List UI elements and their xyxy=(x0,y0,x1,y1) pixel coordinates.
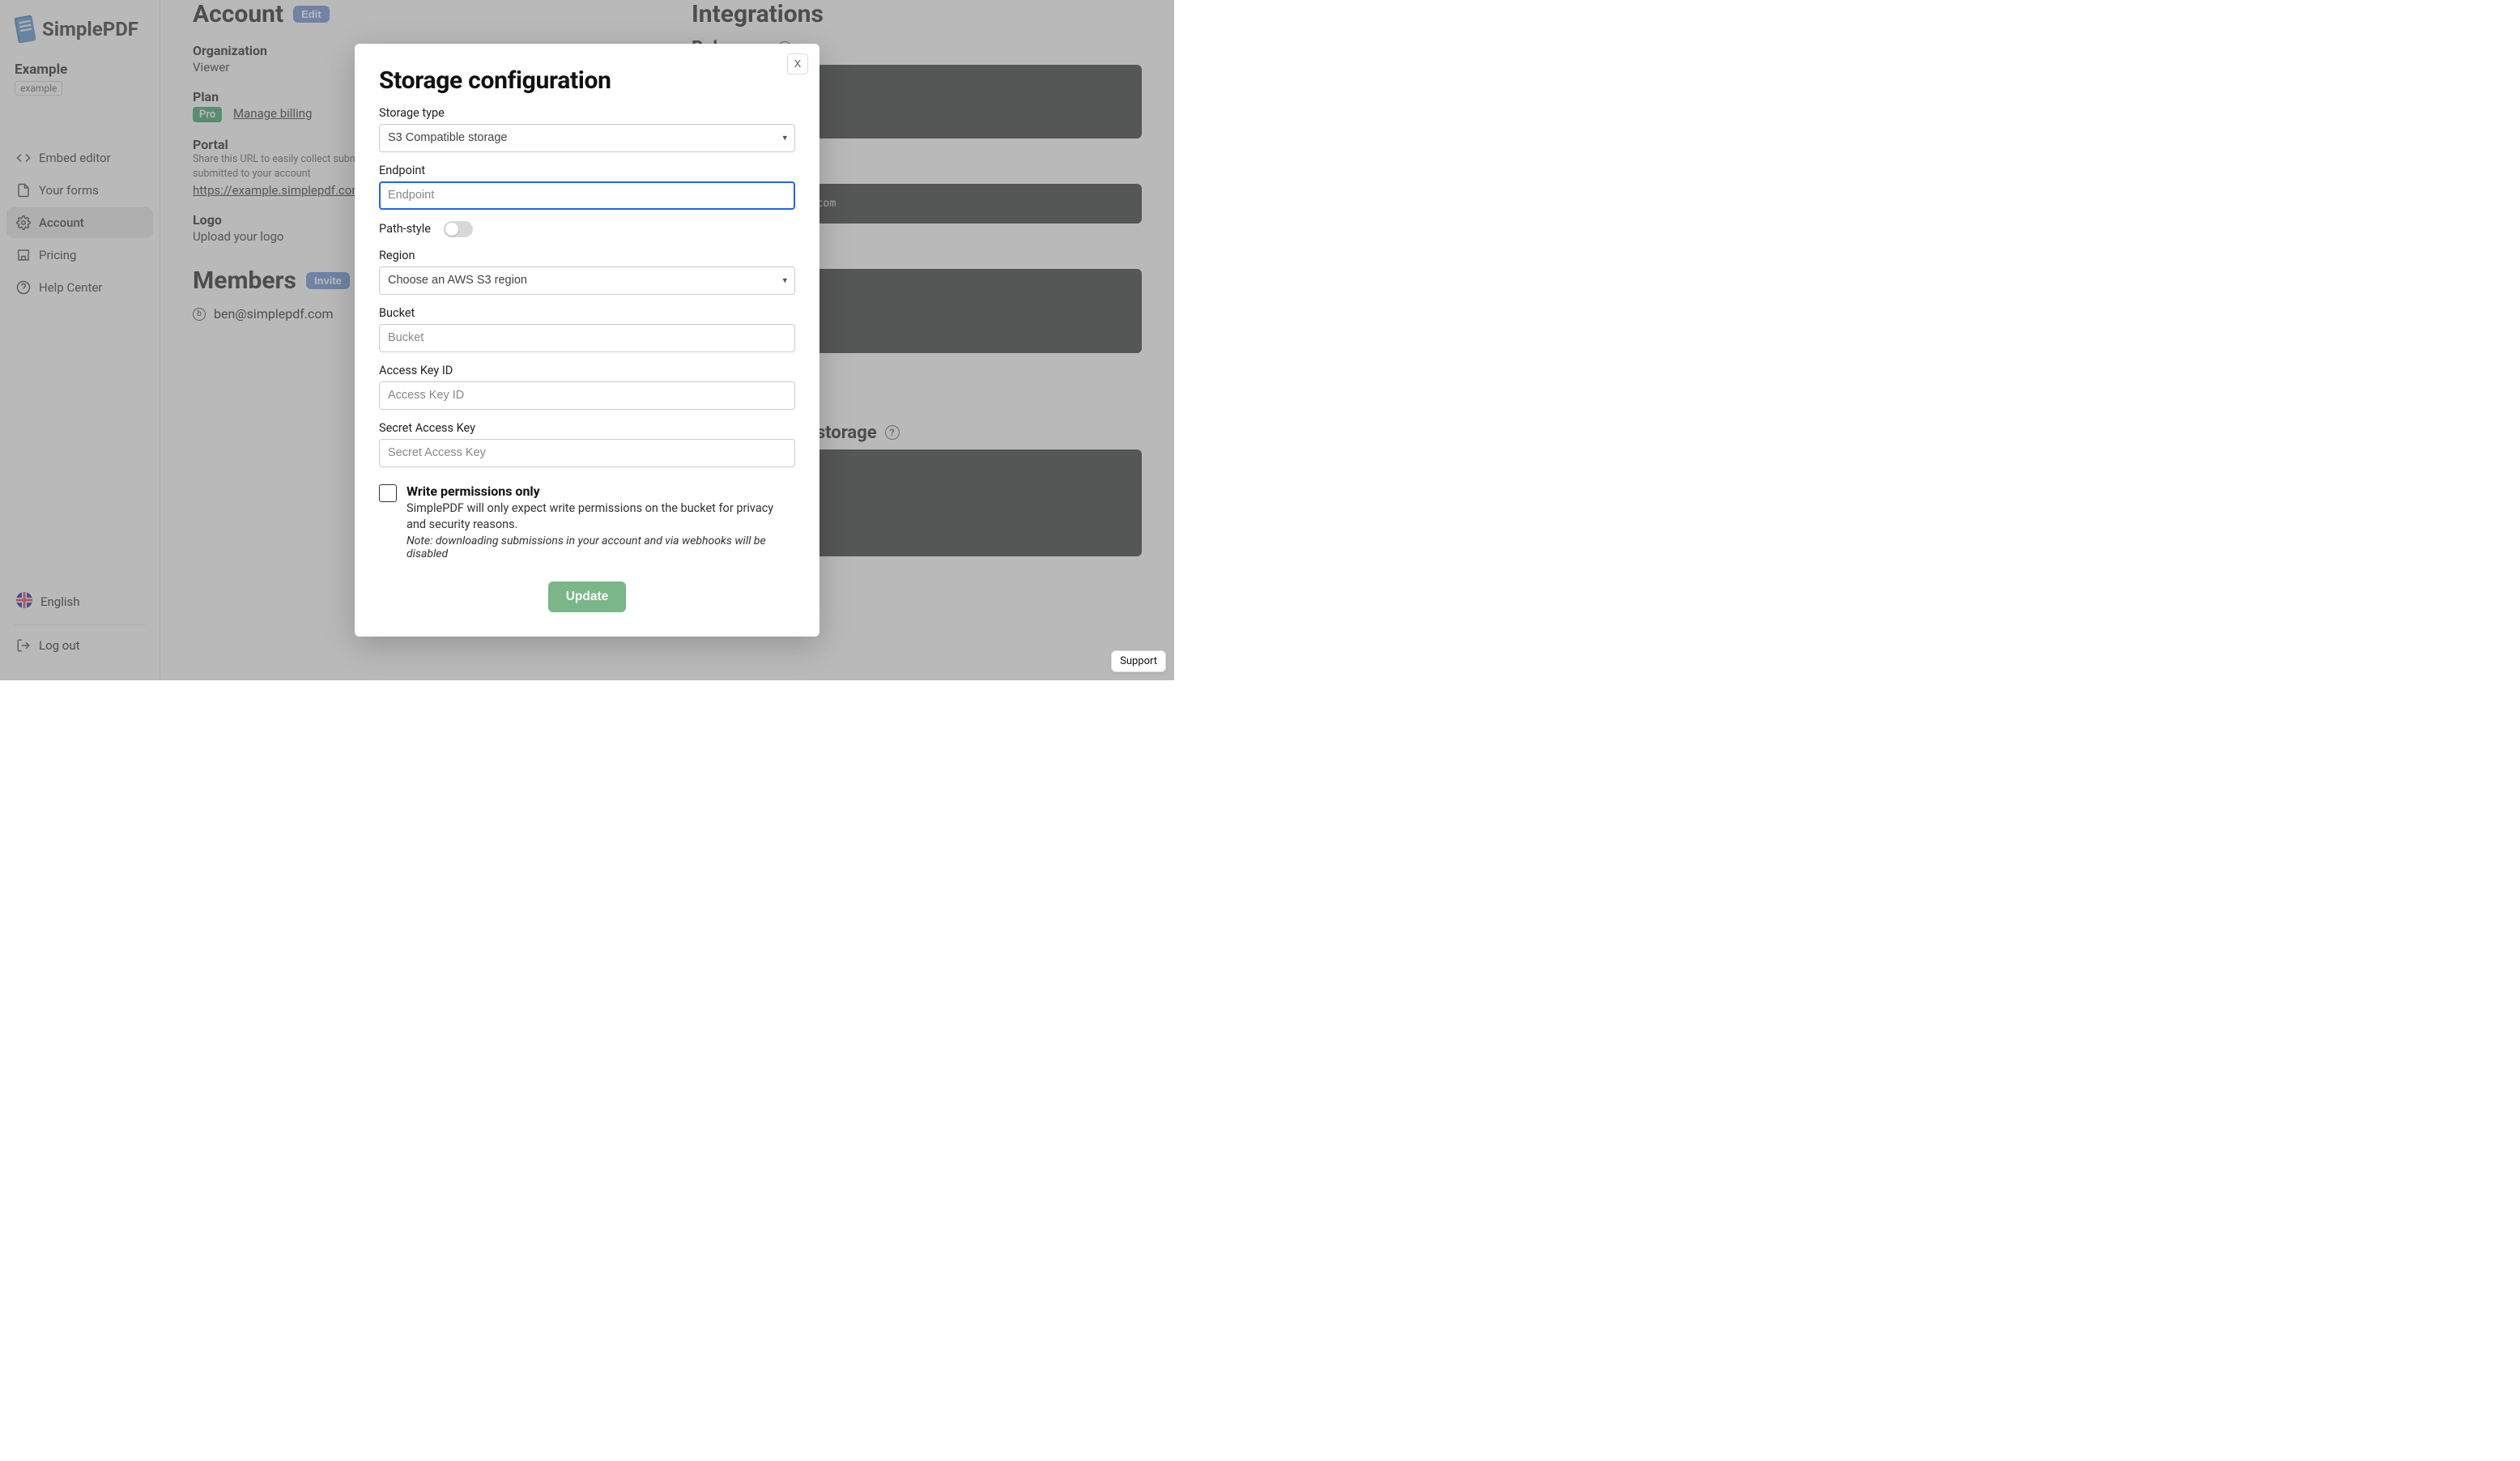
close-button[interactable]: X xyxy=(787,53,808,75)
support-button[interactable]: Support xyxy=(1111,650,1166,672)
endpoint-input[interactable] xyxy=(379,181,795,210)
secret-access-key-input[interactable] xyxy=(379,439,795,467)
write-permissions-note: Note: downloading submissions in your ac… xyxy=(407,535,795,560)
bucket-label: Bucket xyxy=(379,306,795,320)
write-permissions-text: Write permissions only SimplePDF will on… xyxy=(407,483,795,561)
write-permissions-checkbox[interactable] xyxy=(379,484,397,502)
modal-title: Storage configuration xyxy=(379,66,795,95)
access-key-id-input[interactable] xyxy=(379,381,795,410)
storage-type-select[interactable]: S3 Compatible storage xyxy=(379,124,795,152)
region-select[interactable]: Choose an AWS S3 region xyxy=(379,266,795,295)
write-permissions-title: Write permissions only xyxy=(407,483,540,499)
modal-overlay[interactable]: X Storage configuration Storage type S3 … xyxy=(0,0,1174,680)
storage-configuration-modal: X Storage configuration Storage type S3 … xyxy=(355,44,819,637)
update-button[interactable]: Update xyxy=(548,581,627,612)
access-key-id-label: Access Key ID xyxy=(379,364,795,377)
bucket-input[interactable] xyxy=(379,324,795,352)
storage-type-label: Storage type xyxy=(379,106,795,120)
write-permissions-desc: SimplePDF will only expect write permiss… xyxy=(407,500,795,534)
secret-access-key-label: Secret Access Key xyxy=(379,421,795,435)
region-label: Region xyxy=(379,249,795,262)
endpoint-label: Endpoint xyxy=(379,164,795,177)
path-style-label: Path-style xyxy=(379,222,431,236)
path-style-toggle[interactable] xyxy=(444,221,473,237)
